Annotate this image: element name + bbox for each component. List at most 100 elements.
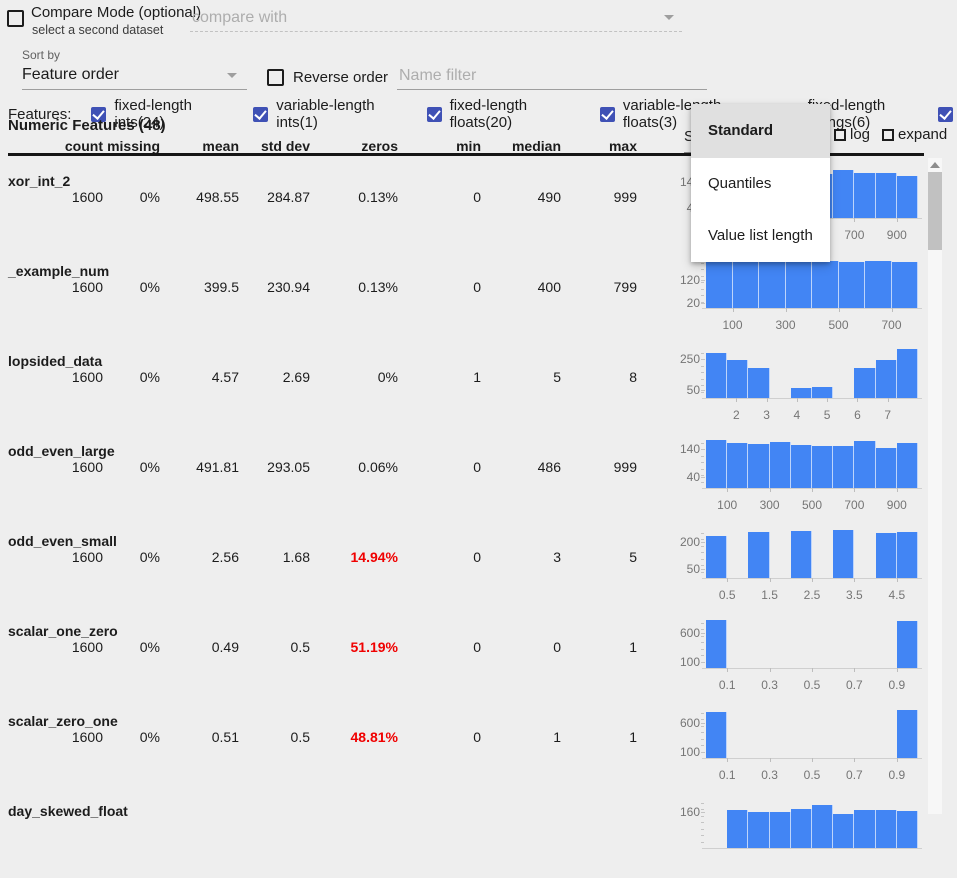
menu-item-standard[interactable]: Standard [691, 104, 830, 158]
y-tick-mark [701, 303, 705, 304]
feature-type-checkbox[interactable] [427, 107, 442, 122]
y-minor-tick [701, 449, 704, 450]
x-tick-mark [727, 578, 728, 582]
feature-name: scalar_zero_one [8, 713, 118, 729]
x-tick-label: 0.3 [748, 768, 792, 782]
feature-type-checkbox[interactable] [600, 107, 615, 122]
y-minor-tick [701, 713, 704, 714]
y-minor-tick [701, 482, 704, 483]
y-minor-tick [701, 353, 704, 354]
histogram-bar [706, 620, 727, 668]
y-minor-tick [701, 642, 704, 643]
feature-histogram[interactable]: 25050234567 [670, 342, 924, 428]
feature-histogram[interactable]: 12020100300500700 [670, 252, 924, 338]
y-minor-tick [701, 385, 704, 386]
menu-item-quantiles[interactable]: Quantiles [691, 158, 830, 210]
sort-order-value: Feature order [22, 66, 119, 84]
y-tick-mark [701, 812, 705, 813]
histogram-bar [706, 440, 727, 488]
x-tick-mark [854, 758, 855, 762]
histogram-bar [770, 442, 791, 488]
y-minor-tick [701, 289, 704, 290]
x-tick-label: 100 [705, 498, 749, 512]
y-minor-tick [701, 276, 704, 277]
y-minor-tick [701, 469, 704, 470]
x-tick-mark [888, 398, 889, 402]
feature-type-checkbox[interactable] [253, 107, 268, 122]
y-minor-tick [701, 552, 704, 553]
x-tick-label: 900 [875, 228, 919, 242]
histogram-bar [833, 170, 854, 218]
x-tick-label: 0.9 [875, 678, 919, 692]
y-tick-label: 250 [670, 352, 700, 366]
y-minor-tick [701, 462, 704, 463]
stat-max: 1 [527, 639, 637, 655]
histogram-bar [791, 388, 812, 398]
feature-histogram[interactable]: 160 [670, 792, 924, 878]
x-tick-label: 1.5 [748, 588, 792, 602]
y-tick-mark [701, 723, 705, 724]
compare-with-select[interactable]: compare with [190, 3, 682, 32]
histogram-bar [865, 261, 892, 308]
y-minor-tick [701, 803, 704, 804]
feature-histogram[interactable]: 6001000.10.30.50.70.9 [670, 702, 924, 788]
histogram-bar [854, 368, 875, 398]
scrollbar-thumb[interactable] [928, 172, 942, 250]
histogram-bar [876, 448, 897, 488]
histogram-bar [812, 261, 839, 308]
sort-by-label: Sort by [22, 48, 60, 62]
histogram-bar [748, 812, 769, 848]
name-filter-input[interactable]: Name filter [397, 62, 707, 90]
y-minor-tick [701, 302, 704, 303]
y-minor-tick [701, 816, 704, 817]
histogram-bar [876, 533, 897, 578]
feature-histogram[interactable]: 14040100300500700900 [670, 432, 924, 518]
x-tick-label: 900 [875, 498, 919, 512]
chevron-down-icon [664, 15, 674, 20]
sort-order-select[interactable]: Feature order [22, 62, 247, 90]
histogram-bar [876, 360, 897, 398]
feature-histogram[interactable]: 200500.51.52.53.54.5 [670, 522, 924, 608]
x-tick-mark [786, 308, 787, 312]
x-tick-mark [812, 578, 813, 582]
y-minor-tick [701, 443, 704, 444]
histogram-bar [727, 360, 748, 398]
expand-checkbox[interactable] [882, 129, 894, 141]
feature-histogram[interactable]: 6001000.10.30.50.70.9 [670, 612, 924, 698]
histogram-bar [812, 805, 833, 848]
histogram-bar [733, 261, 760, 308]
feature-name: _example_num [8, 263, 109, 279]
x-tick-label: 700 [832, 498, 876, 512]
y-tick-label: 50 [670, 562, 700, 576]
y-minor-tick [701, 649, 704, 650]
feature-type-checkbox[interactable] [938, 107, 953, 122]
y-minor-tick [701, 842, 704, 843]
table-column-headers: countmissingmeanstd devzerosminmedianmax [0, 138, 660, 154]
scrollbar[interactable] [928, 158, 942, 814]
histogram-bar [876, 173, 897, 218]
y-minor-tick [701, 372, 704, 373]
chevron-down-icon [227, 73, 237, 78]
log-label: log [850, 126, 870, 143]
y-minor-tick [701, 835, 704, 836]
menu-item-value-list-length[interactable]: Value list length [691, 210, 830, 262]
y-minor-tick [701, 392, 704, 393]
feature-name: scalar_one_zero [8, 623, 118, 639]
compare-mode-checkbox[interactable] [7, 10, 24, 27]
reverse-order-checkbox[interactable] [267, 69, 284, 86]
feature-name: odd_even_small [8, 533, 117, 549]
x-tick-label: 700 [870, 318, 914, 332]
x-tick-mark [812, 668, 813, 672]
y-minor-tick [701, 719, 704, 720]
x-axis-line [702, 398, 922, 399]
x-tick-label: 0.9 [875, 768, 919, 782]
x-tick-label: 300 [764, 318, 808, 332]
histogram-bar [876, 810, 897, 848]
histogram-bar [748, 532, 769, 578]
y-minor-tick [701, 655, 704, 656]
y-minor-tick [701, 726, 704, 727]
log-checkbox[interactable] [834, 129, 846, 141]
scroll-up-arrow-icon[interactable] [930, 162, 940, 168]
x-tick-mark [892, 308, 893, 312]
x-tick-mark [897, 578, 898, 582]
